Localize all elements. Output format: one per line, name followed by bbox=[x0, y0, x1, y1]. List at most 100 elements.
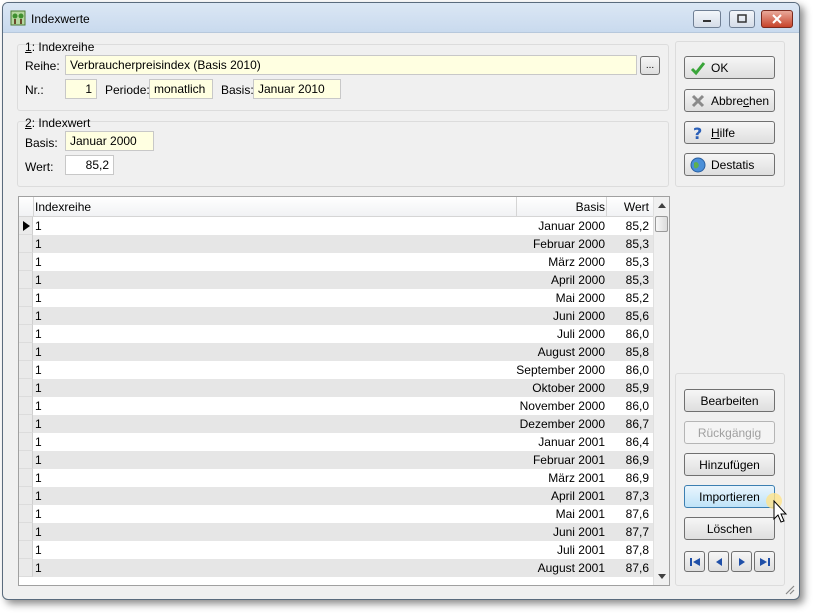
table-row[interactable]: 1 Januar 2001 86,4 bbox=[19, 433, 653, 451]
cell-wert: 85,9 bbox=[625, 381, 649, 395]
cell-basis: Juli 2001 bbox=[556, 543, 605, 557]
basis1-field[interactable]: Januar 2010 bbox=[253, 79, 341, 99]
row-indicator[interactable] bbox=[19, 433, 33, 451]
table-row[interactable]: 1 November 2000 86,0 bbox=[19, 397, 653, 415]
nr-field[interactable]: 1 bbox=[65, 79, 97, 99]
table-row[interactable]: 1 September 2000 86,0 bbox=[19, 361, 653, 379]
row-indicator[interactable] bbox=[19, 271, 33, 289]
nr-label: Nr.: bbox=[25, 83, 44, 97]
cell-basis: Juni 2000 bbox=[552, 309, 605, 323]
row-indicator[interactable] bbox=[19, 469, 33, 487]
cell-wert: 87,8 bbox=[625, 543, 649, 557]
row-indicator[interactable] bbox=[19, 307, 33, 325]
table-row[interactable]: 1 Juni 2000 85,6 bbox=[19, 307, 653, 325]
row-indicator[interactable] bbox=[19, 217, 33, 235]
cell-wert: 86,0 bbox=[625, 327, 649, 341]
hinzufuegen-button[interactable]: Hinzufügen bbox=[684, 453, 775, 476]
column-header-indexreihe[interactable]: Indexreihe bbox=[35, 200, 91, 214]
row-indicator[interactable] bbox=[19, 379, 33, 397]
minimize-button[interactable] bbox=[693, 10, 721, 28]
last-record-icon bbox=[759, 557, 770, 566]
reihe-field[interactable]: Verbraucherpreisindex (Basis 2010) bbox=[65, 55, 637, 75]
table-row[interactable]: 1 Januar 2000 85,2 bbox=[19, 217, 653, 235]
row-indicator[interactable] bbox=[19, 487, 33, 505]
indexreihe-group-title: 1: Indexreihe bbox=[25, 40, 95, 54]
cell-basis: Januar 2001 bbox=[538, 435, 605, 449]
cell-wert: 86,4 bbox=[625, 435, 649, 449]
cell-basis: Dezember 2000 bbox=[519, 417, 605, 431]
cell-basis: März 2001 bbox=[548, 471, 605, 485]
maximize-icon bbox=[737, 14, 747, 23]
cell-wert: 86,9 bbox=[625, 471, 649, 485]
abbrechen-button[interactable]: Abbrechen bbox=[684, 89, 775, 112]
cell-indexreihe: 1 bbox=[35, 453, 42, 467]
row-indicator[interactable] bbox=[19, 397, 33, 415]
scroll-up-icon[interactable] bbox=[658, 203, 666, 208]
table-row[interactable]: 1 Dezember 2000 86,7 bbox=[19, 415, 653, 433]
close-button[interactable] bbox=[761, 10, 793, 28]
maximize-button[interactable] bbox=[729, 10, 755, 28]
cell-wert: 85,2 bbox=[625, 219, 649, 233]
row-indicator[interactable] bbox=[19, 415, 33, 433]
cell-basis: Februar 2001 bbox=[532, 453, 605, 467]
destatis-button[interactable]: Destatis bbox=[684, 153, 775, 176]
basis2-field[interactable]: Januar 2000 bbox=[65, 131, 154, 151]
globe-icon bbox=[690, 157, 706, 172]
table-row[interactable]: 1 August 2000 85,8 bbox=[19, 343, 653, 361]
nav-prev-button[interactable] bbox=[708, 551, 729, 572]
title-bar: Indexwerte bbox=[3, 3, 799, 33]
cell-indexreihe: 1 bbox=[35, 381, 42, 395]
table-row[interactable]: 1 Februar 2000 85,3 bbox=[19, 235, 653, 253]
cell-wert: 85,3 bbox=[625, 273, 649, 287]
row-indicator[interactable] bbox=[19, 559, 33, 577]
bearbeiten-button[interactable]: Bearbeiten bbox=[684, 389, 775, 412]
reihe-browse-button[interactable]: ... bbox=[640, 56, 660, 75]
row-indicator[interactable] bbox=[19, 289, 33, 307]
row-indicator[interactable] bbox=[19, 343, 33, 361]
scroll-down-icon[interactable] bbox=[658, 574, 666, 579]
row-indicator[interactable] bbox=[19, 541, 33, 559]
table-row[interactable]: 1 Mai 2001 87,6 bbox=[19, 505, 653, 523]
cell-indexreihe: 1 bbox=[35, 525, 42, 539]
indexwerte-grid[interactable]: Indexreihe Basis Wert 1 Januar 2000 85,2 1 F… bbox=[18, 196, 670, 586]
rueckgaengig-button[interactable]: Rückgängig bbox=[684, 421, 775, 444]
table-row[interactable]: 1 August 2001 87,6 bbox=[19, 559, 653, 577]
row-indicator[interactable] bbox=[19, 235, 33, 253]
table-row[interactable]: 1 April 2001 87,3 bbox=[19, 487, 653, 505]
column-header-basis[interactable]: Basis bbox=[576, 200, 605, 214]
nav-last-button[interactable] bbox=[754, 551, 775, 572]
cell-indexreihe: 1 bbox=[35, 435, 42, 449]
periode-field[interactable]: monatlich bbox=[149, 79, 213, 99]
grid-scrollbar[interactable] bbox=[653, 197, 669, 585]
cell-indexreihe: 1 bbox=[35, 543, 42, 557]
cell-indexreihe: 1 bbox=[35, 273, 42, 287]
table-row[interactable]: 1 Juli 2000 86,0 bbox=[19, 325, 653, 343]
table-row[interactable]: 1 April 2000 85,3 bbox=[19, 271, 653, 289]
cell-basis: Mai 2000 bbox=[555, 291, 605, 305]
table-row[interactable]: 1 Juli 2001 87,8 bbox=[19, 541, 653, 559]
table-row[interactable]: 1 Mai 2000 85,2 bbox=[19, 289, 653, 307]
cell-indexreihe: 1 bbox=[35, 561, 42, 575]
reihe-label: Reihe: bbox=[25, 59, 60, 73]
wert-field[interactable]: 85,2 bbox=[65, 155, 114, 175]
row-indicator[interactable] bbox=[19, 253, 33, 271]
row-indicator[interactable] bbox=[19, 361, 33, 379]
table-row[interactable]: 1 Februar 2001 86,9 bbox=[19, 451, 653, 469]
indexwert-group-title: 2: Indexwert bbox=[25, 116, 91, 130]
table-row[interactable]: 1 Oktober 2000 85,9 bbox=[19, 379, 653, 397]
column-header-wert[interactable]: Wert bbox=[624, 200, 649, 214]
table-row[interactable]: 1 März 2000 85,3 bbox=[19, 253, 653, 271]
table-row[interactable]: 1 Juni 2001 87,7 bbox=[19, 523, 653, 541]
nav-next-button[interactable] bbox=[731, 551, 752, 572]
ok-button[interactable]: OK bbox=[684, 56, 775, 79]
resize-grip-icon[interactable] bbox=[783, 583, 795, 595]
cell-basis: November 2000 bbox=[519, 399, 605, 413]
row-indicator[interactable] bbox=[19, 523, 33, 541]
row-indicator[interactable] bbox=[19, 505, 33, 523]
table-row[interactable]: 1 März 2001 86,9 bbox=[19, 469, 653, 487]
hilfe-button[interactable]: ? Hilfe bbox=[684, 121, 775, 144]
nav-first-button[interactable] bbox=[684, 551, 705, 572]
row-indicator[interactable] bbox=[19, 325, 33, 343]
scroll-thumb[interactable] bbox=[655, 216, 668, 232]
row-indicator[interactable] bbox=[19, 451, 33, 469]
